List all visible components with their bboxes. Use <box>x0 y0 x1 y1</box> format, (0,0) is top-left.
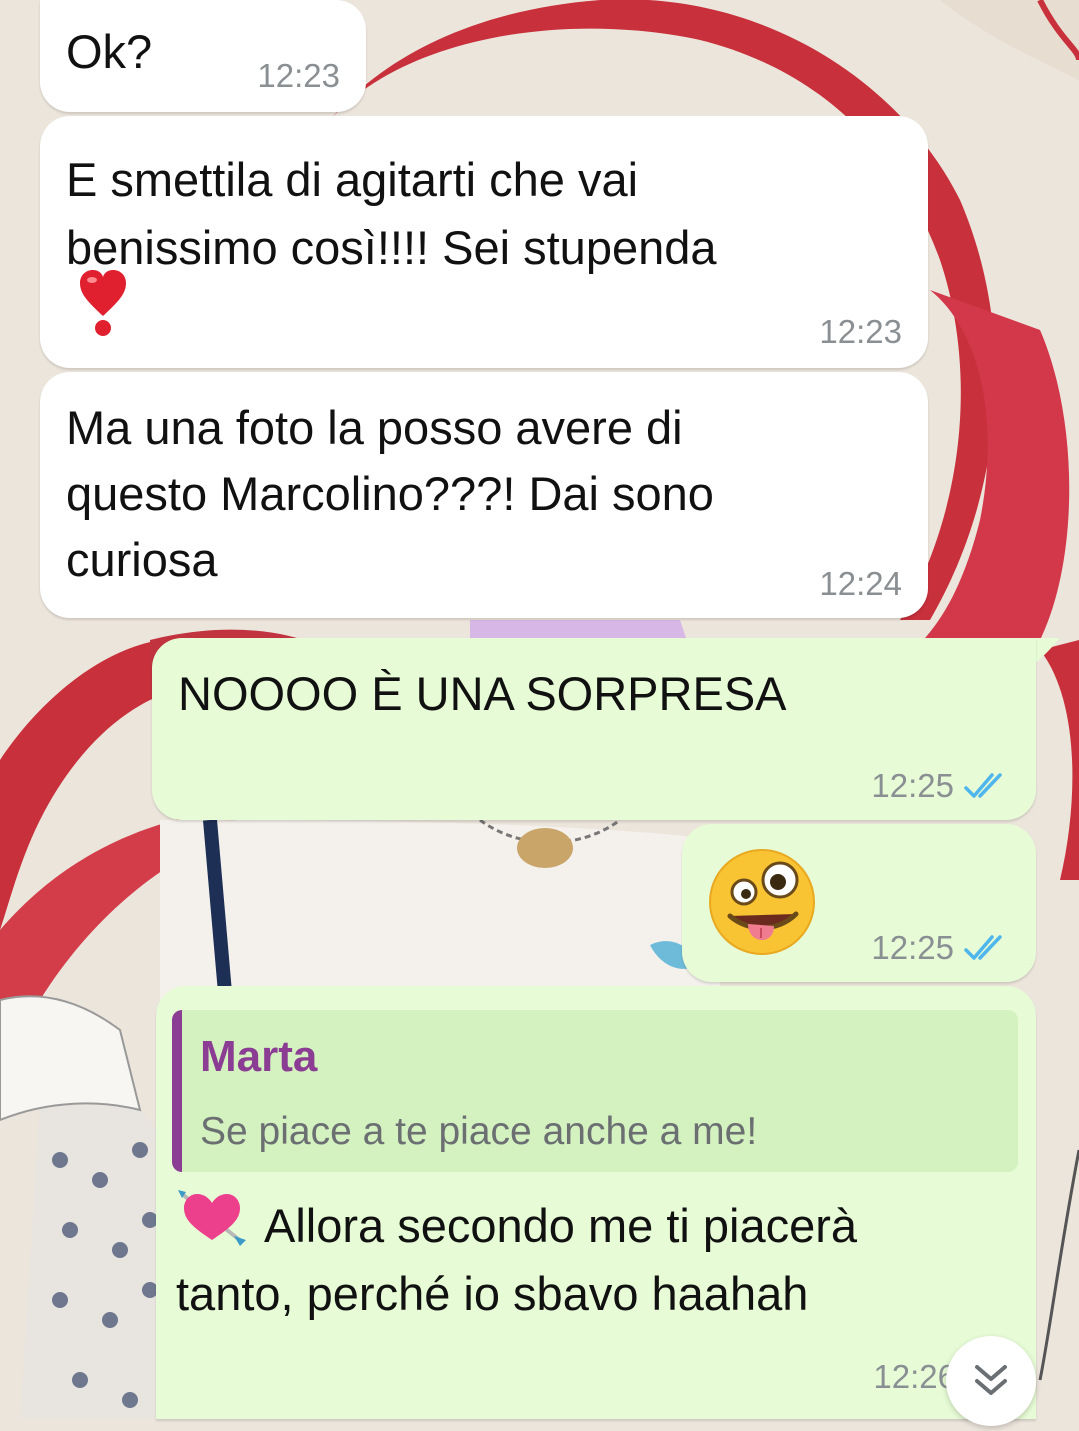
message-text: Ok? <box>66 25 153 78</box>
message-timestamp: 12:26 <box>873 1358 956 1395</box>
message-text-line: E smettila di agitarti che vai <box>66 153 639 206</box>
message-timestamp: 12:23 <box>819 313 902 350</box>
message-text: NOOOO È UNA SORPRESA <box>178 667 787 720</box>
scroll-to-bottom-button[interactable] <box>946 1336 1036 1426</box>
read-ticks-icon <box>964 773 1002 798</box>
message-timestamp: 12:25 <box>871 767 954 804</box>
message-bubble-incoming[interactable]: E smettila di agitarti che vai benissimo… <box>40 116 928 368</box>
message-text-line: curiosa <box>66 533 218 586</box>
quote-author: Marta <box>200 1032 318 1081</box>
message-bubble-outgoing[interactable]: Marta Se piace a te piace anche a me! Al… <box>156 986 1036 1419</box>
message-text-line: questo Marcolino???! Dai sono <box>66 467 714 520</box>
quote-accent-bar <box>172 1010 182 1172</box>
heart-exclamation-icon <box>78 268 128 343</box>
message-text-line: tanto, perché io sbavo haahah <box>176 1267 809 1320</box>
message-timestamp: 12:24 <box>819 565 902 602</box>
message-bubble-incoming[interactable]: Ok? 12:23 <box>40 0 366 112</box>
quoted-message[interactable]: Marta Se piace a te piace anche a me! <box>172 1010 1018 1172</box>
message-bubble-outgoing[interactable]: 12:25 <box>682 824 1036 982</box>
message-timestamp: 12:23 <box>257 57 340 94</box>
message-text-line: Ma una foto la posso avere di <box>66 401 683 454</box>
message-bubble-incoming[interactable]: Ma una foto la posso avere di questo Mar… <box>40 372 928 618</box>
message-timestamp: 12:25 <box>871 929 954 966</box>
message-text-line: Allora secondo me ti piacerà <box>264 1199 858 1252</box>
heart-with-arrow-icon <box>176 1188 248 1253</box>
double-chevron-down-icon <box>975 1365 1007 1395</box>
zany-face-icon <box>708 848 816 961</box>
message-bubble-outgoing[interactable]: NOOOO È UNA SORPRESA 12:25 <box>152 638 1036 820</box>
read-ticks-icon <box>964 935 1002 960</box>
message-text-line: benissimo così!!!! Sei stupenda <box>66 221 717 274</box>
quote-text: Se piace a te piace anche a me! <box>200 1110 758 1153</box>
